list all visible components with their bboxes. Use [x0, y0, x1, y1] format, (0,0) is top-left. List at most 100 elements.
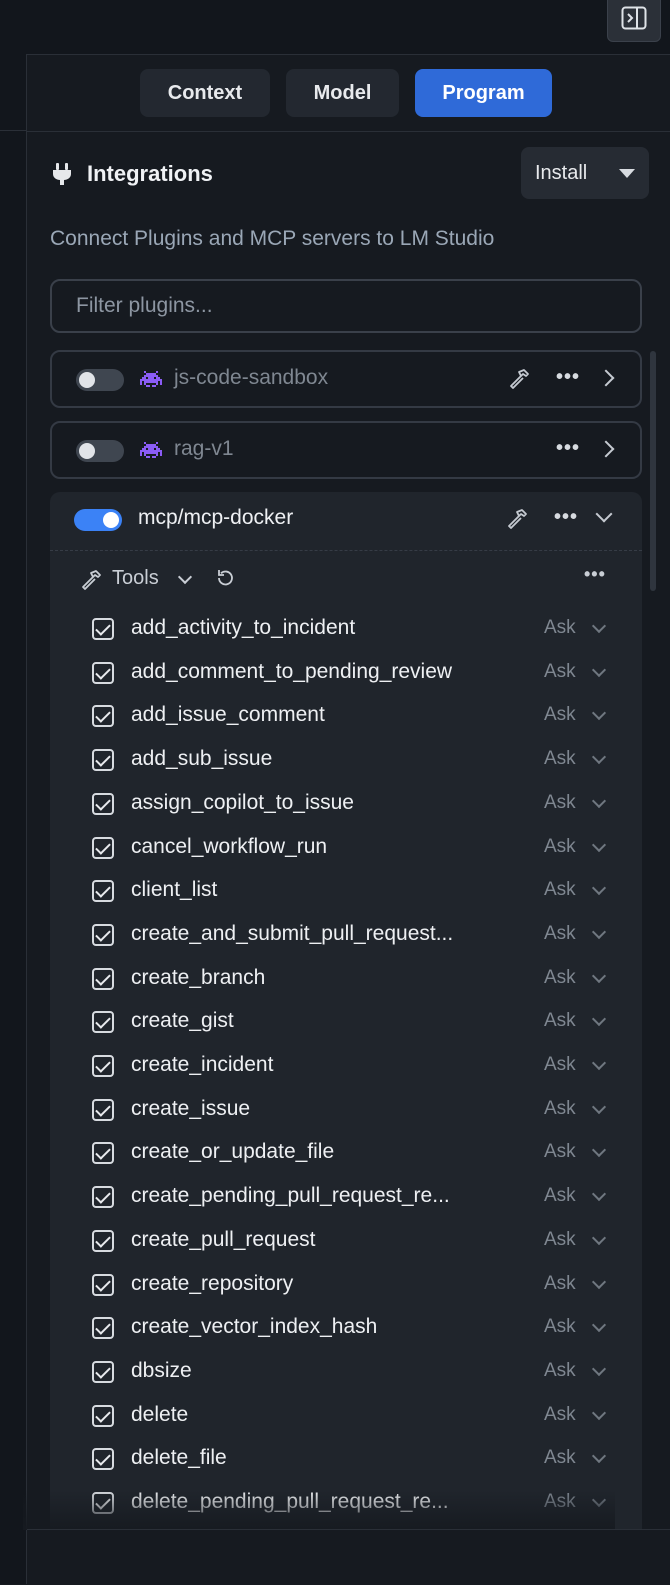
tool-checkbox[interactable] [92, 1186, 114, 1209]
tool-row[interactable]: client_list Ask [50, 870, 642, 913]
chevron-down-icon[interactable] [591, 881, 607, 896]
tool-checkbox[interactable] [92, 1229, 114, 1252]
chevron-down-icon[interactable] [591, 1361, 607, 1376]
tool-permission-select[interactable]: Ask [544, 661, 576, 683]
chevron-down-icon[interactable] [591, 793, 607, 808]
tool-permission-select[interactable]: Ask [544, 1010, 576, 1032]
tool-row[interactable]: assign_copilot_to_issue Ask [50, 783, 642, 826]
install-dropdown-button[interactable]: Install [521, 147, 649, 199]
chevron-down-icon[interactable] [591, 1187, 607, 1202]
plugin-toggle[interactable] [76, 369, 124, 391]
toggle-right-panel-button[interactable] [607, 0, 661, 42]
chevron-down-icon[interactable] [591, 837, 607, 852]
tool-row[interactable]: cancel_workflow_run Ask [50, 827, 642, 870]
tool-permission-select[interactable]: Ask [544, 1229, 576, 1251]
tool-row[interactable]: add_issue_comment Ask [50, 695, 642, 738]
tool-checkbox[interactable] [92, 1273, 114, 1296]
tool-permission-select[interactable]: Ask [544, 792, 576, 814]
tool-row[interactable]: add_comment_to_pending_review Ask [50, 652, 642, 695]
tool-checkbox[interactable] [92, 880, 114, 903]
plugin-card-rag-v1[interactable]: rag-v1 ••• [50, 421, 642, 479]
tools-more-icon[interactable]: ••• [584, 564, 606, 585]
tool-permission-select[interactable]: Ask [544, 748, 576, 770]
hammer-icon[interactable] [508, 368, 530, 390]
chevron-down-icon[interactable] [591, 1012, 607, 1027]
chevron-down-icon[interactable] [591, 924, 607, 939]
more-options-icon[interactable]: ••• [556, 437, 580, 460]
tool-checkbox[interactable] [92, 661, 114, 684]
chevron-down-icon[interactable] [591, 1449, 607, 1464]
plugin-header[interactable]: mcp/mcp-docker ••• [50, 492, 642, 551]
tool-permission-select[interactable]: Ask [544, 967, 576, 989]
tool-row[interactable]: dbsize Ask [50, 1351, 642, 1394]
tool-permission-select[interactable]: Ask [544, 704, 576, 726]
tool-checkbox[interactable] [92, 618, 114, 640]
tool-row[interactable]: create_branch Ask [50, 958, 642, 1001]
tool-checkbox[interactable] [92, 792, 114, 815]
tool-row[interactable]: create_gist Ask [50, 1001, 642, 1044]
tool-permission-select[interactable]: Ask [544, 1491, 576, 1513]
chevron-down-icon[interactable] [591, 750, 607, 765]
tool-row[interactable]: delete_file Ask [50, 1438, 642, 1481]
more-options-icon[interactable]: ••• [556, 366, 580, 389]
tool-row[interactable]: create_pull_request Ask [50, 1220, 642, 1263]
chevron-down-icon[interactable] [177, 569, 193, 585]
tool-permission-select[interactable]: Ask [544, 836, 576, 858]
tool-checkbox[interactable] [92, 1011, 114, 1034]
tool-checkbox[interactable] [92, 836, 114, 859]
tool-row[interactable]: create_incident Ask [50, 1045, 642, 1088]
chevron-down-icon[interactable] [591, 1274, 607, 1289]
tab-program[interactable]: Program [415, 69, 552, 117]
filter-plugins-input[interactable] [50, 279, 642, 333]
tool-checkbox[interactable] [92, 1448, 114, 1471]
chevron-down-icon[interactable] [591, 968, 607, 983]
plugin-card-js-code-sandbox[interactable]: js-code-sandbox ••• [50, 350, 642, 408]
tool-permission-select[interactable]: Ask [544, 1273, 576, 1295]
chevron-down-icon[interactable] [591, 618, 607, 634]
tool-permission-select[interactable]: Ask [544, 879, 576, 901]
chevron-down-icon[interactable] [591, 1230, 607, 1245]
chevron-down-icon[interactable] [591, 1405, 607, 1420]
chevron-down-icon[interactable] [591, 1055, 607, 1071]
tools-dropdown[interactable]: Tools [112, 567, 159, 590]
tool-permission-select[interactable]: Ask [544, 1360, 576, 1382]
chevron-down-icon[interactable] [591, 1099, 607, 1114]
tool-row[interactable]: create_issue Ask [50, 1089, 642, 1132]
tool-row[interactable]: delete_pending_pull_request_re... Ask [50, 1482, 642, 1525]
tool-permission-select[interactable]: Ask [544, 1054, 576, 1076]
tool-checkbox[interactable] [92, 967, 114, 990]
tool-permission-select[interactable]: Ask [544, 1404, 576, 1426]
chevron-right-icon[interactable] [597, 440, 615, 458]
chevron-down-icon[interactable] [595, 505, 613, 523]
tab-model[interactable]: Model [286, 69, 399, 117]
tool-row[interactable]: add_sub_issue Ask [50, 739, 642, 782]
refresh-icon[interactable] [214, 567, 236, 589]
tool-row[interactable]: create_vector_index_hash Ask [50, 1307, 642, 1350]
tool-checkbox[interactable] [92, 1404, 114, 1427]
scrollbar[interactable] [650, 351, 656, 591]
chevron-down-icon[interactable] [591, 1492, 607, 1508]
tool-permission-select[interactable]: Ask [544, 617, 576, 639]
tool-checkbox[interactable] [92, 749, 114, 772]
tool-checkbox[interactable] [92, 923, 114, 946]
tool-permission-select[interactable]: Ask [544, 1447, 576, 1469]
tool-row[interactable]: create_or_update_file Ask [50, 1132, 642, 1175]
tool-permission-select[interactable]: Ask [544, 923, 576, 945]
tool-row[interactable]: add_activity_to_incident Ask [50, 608, 642, 651]
tab-context[interactable]: Context [140, 69, 270, 117]
chevron-down-icon[interactable] [591, 706, 607, 721]
tool-checkbox[interactable] [92, 705, 114, 728]
tool-checkbox[interactable] [92, 1055, 114, 1077]
tool-row[interactable]: delete Ask [50, 1395, 642, 1438]
chevron-down-icon[interactable] [591, 1318, 607, 1333]
tool-row[interactable]: create_repository Ask [50, 1264, 642, 1307]
tool-permission-select[interactable]: Ask [544, 1316, 576, 1338]
tool-permission-select[interactable]: Ask [544, 1098, 576, 1120]
chevron-right-icon[interactable] [597, 369, 615, 387]
more-options-icon[interactable]: ••• [554, 506, 578, 529]
tool-checkbox[interactable] [92, 1317, 114, 1340]
plugin-toggle[interactable] [74, 509, 122, 531]
tool-checkbox[interactable] [92, 1360, 114, 1383]
tool-permission-select[interactable]: Ask [544, 1185, 576, 1207]
tool-checkbox[interactable] [92, 1492, 114, 1514]
